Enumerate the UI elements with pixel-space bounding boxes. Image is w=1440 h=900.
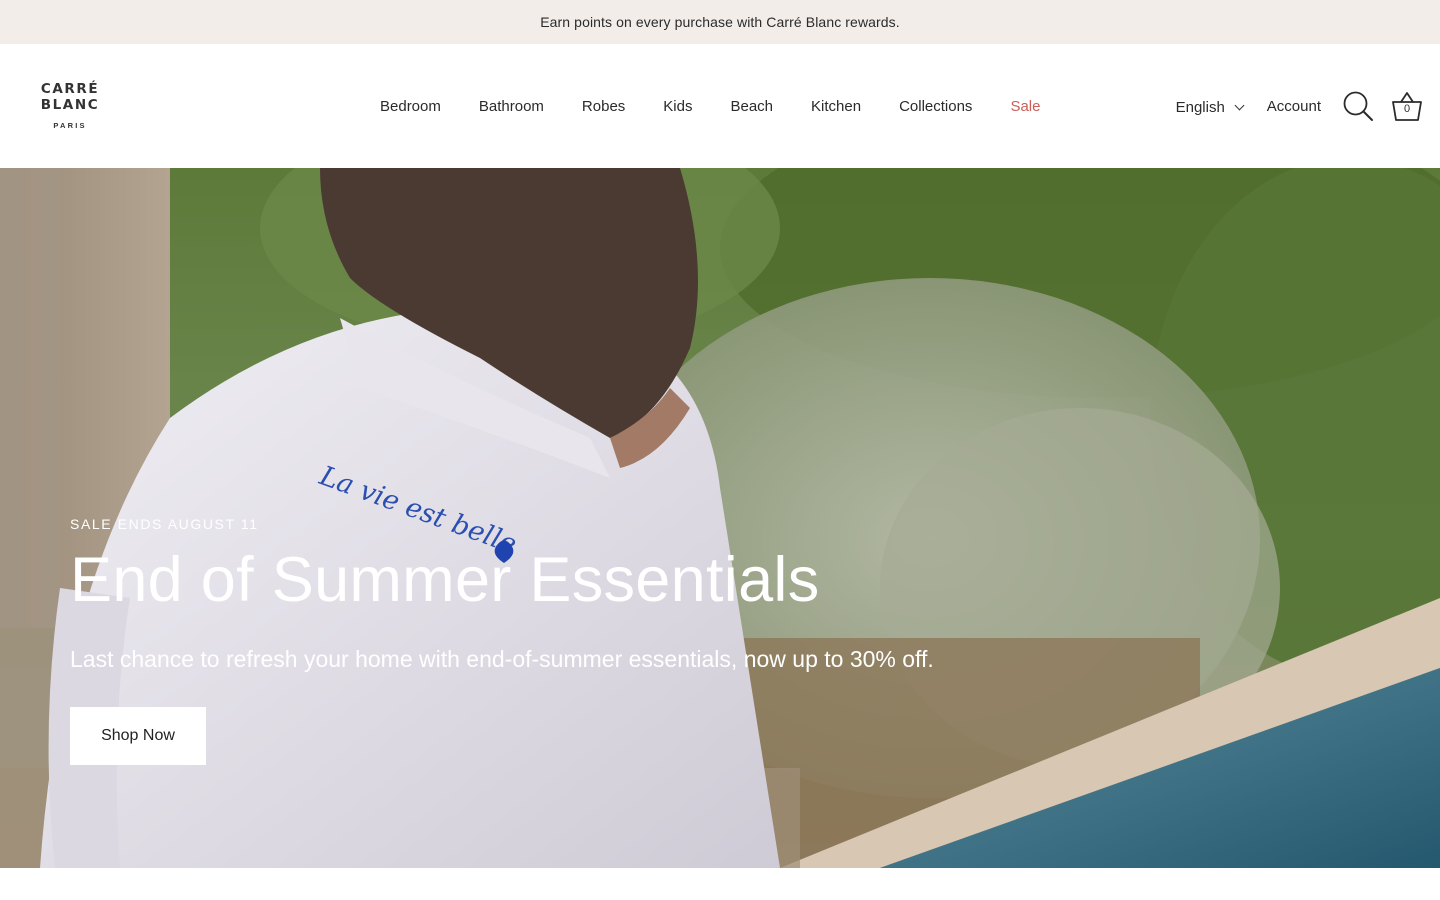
header-actions: English Account 0 xyxy=(1176,44,1424,168)
main-nav: Bedroom Bathroom Robes Kids Beach Kitche… xyxy=(361,44,1059,168)
hero-subtitle: Last chance to refresh your home with en… xyxy=(70,646,934,673)
search-icon[interactable] xyxy=(1341,89,1375,123)
chevron-down-icon xyxy=(1234,100,1245,111)
nav-item-kids[interactable]: Kids xyxy=(644,98,711,115)
account-link[interactable]: Account xyxy=(1267,98,1321,115)
logo-line-3: PARIS xyxy=(53,121,87,130)
site-header: CARRÉ BLANC PARIS Bedroom Bathroom Robes… xyxy=(0,44,1440,168)
announcement-text: Earn points on every purchase with Carré… xyxy=(540,14,900,30)
language-label: English xyxy=(1175,98,1225,116)
hero-eyebrow: SALE ENDS AUGUST 11 xyxy=(70,516,259,532)
cart-count-badge: 0 xyxy=(1403,103,1411,115)
hero-content: SALE ENDS AUGUST 11 End of Summer Essent… xyxy=(70,516,950,766)
nav-item-bathroom[interactable]: Bathroom xyxy=(460,98,563,115)
nav-item-collections[interactable]: Collections xyxy=(880,98,991,115)
logo-line-2: BLANC xyxy=(40,97,100,113)
nav-item-bedroom[interactable]: Bedroom xyxy=(361,98,460,115)
announcement-bar: Earn points on every purchase with Carré… xyxy=(0,0,1440,44)
basket-icon[interactable]: 0 xyxy=(1390,89,1424,123)
hero-title: End of Summer Essentials xyxy=(70,545,820,615)
brand-logo[interactable]: CARRÉ BLANC PARIS xyxy=(40,81,100,130)
nav-item-robes[interactable]: Robes xyxy=(563,98,644,115)
nav-item-sale[interactable]: Sale xyxy=(991,98,1059,115)
nav-item-beach[interactable]: Beach xyxy=(711,98,792,115)
hero-banner: La vie est belle SALE ENDS AUGUST 11 End… xyxy=(0,168,1440,868)
nav-item-kitchen[interactable]: Kitchen xyxy=(792,98,880,115)
shop-now-button[interactable]: Shop Now xyxy=(70,707,206,766)
logo-line-1: CARRÉ xyxy=(40,81,100,97)
language-selector[interactable]: English xyxy=(1175,98,1245,116)
